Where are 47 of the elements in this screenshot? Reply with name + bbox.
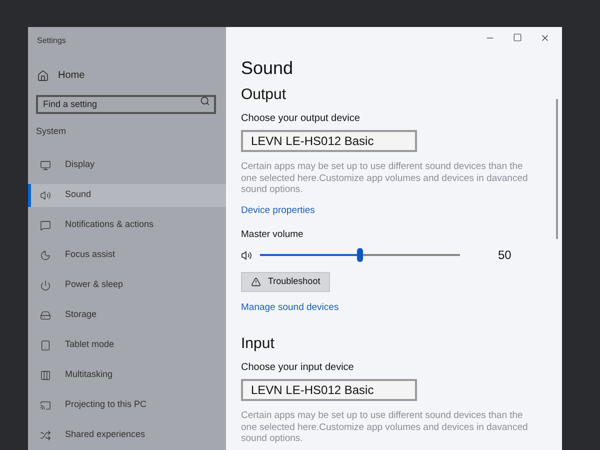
home-link[interactable]: Home bbox=[37, 68, 85, 83]
drive-icon bbox=[40, 310, 51, 320]
tablet-icon bbox=[40, 340, 51, 350]
nav-item[interactable]: Sound bbox=[28, 184, 226, 206]
nav-item[interactable]: Tablet mode bbox=[28, 334, 226, 356]
volume-slider[interactable] bbox=[260, 248, 460, 262]
troubleshoot-button[interactable]: Troubleshoot bbox=[241, 272, 330, 292]
speaker-icon bbox=[40, 190, 51, 200]
field-label: Choose your output device bbox=[241, 113, 360, 125]
warning-icon bbox=[251, 277, 261, 287]
info-text: Certain apps may be set up to use different sound devices than the one selected here.Customize app volumes and devices in davanced sound options. bbox=[241, 410, 529, 445]
scrollbar[interactable] bbox=[556, 99, 558, 239]
nav-item[interactable]: Multitasking bbox=[28, 364, 226, 386]
slider-thumb[interactable] bbox=[357, 248, 363, 262]
close-icon[interactable] bbox=[540, 33, 550, 43]
maximize-icon[interactable] bbox=[513, 33, 522, 42]
page-title: Sound bbox=[241, 57, 294, 79]
moon-icon bbox=[40, 250, 51, 260]
power-icon bbox=[40, 280, 51, 290]
nav-item[interactable]: Focus assist bbox=[28, 244, 226, 266]
search-field[interactable]: Find a setting bbox=[36, 94, 216, 114]
device-properties-link[interactable]: Device properties bbox=[241, 204, 315, 218]
speaker-icon bbox=[241, 250, 252, 260]
search-icon bbox=[200, 96, 210, 106]
shuffle-icon bbox=[40, 430, 51, 440]
field-label: Master volume bbox=[241, 228, 304, 242]
device-dropdown[interactable]: LEVN LE-HS012 Basic bbox=[241, 130, 417, 152]
nav-item[interactable]: Storage bbox=[28, 304, 226, 326]
nav-item[interactable]: Projecting to this PC bbox=[28, 394, 226, 416]
manage-devices-link[interactable]: Manage sound devices bbox=[241, 301, 339, 316]
section-heading: Input bbox=[241, 335, 274, 354]
info-text: Certain apps may be set up to use different sound devices than the one selected here.Customize app volumes and devices in davanced sound options. bbox=[241, 161, 529, 196]
device-dropdown[interactable]: LEVN LE-HS012 Basic bbox=[241, 379, 417, 402]
volume-value: 50 bbox=[498, 247, 512, 264]
section-heading: Output bbox=[241, 86, 286, 104]
nav-item[interactable]: Shared experiences bbox=[28, 424, 226, 446]
columns-icon bbox=[40, 370, 51, 380]
section-label: System bbox=[36, 125, 66, 138]
cast-icon bbox=[40, 400, 51, 410]
nav-item[interactable]: Display bbox=[28, 154, 226, 176]
home-icon bbox=[37, 70, 49, 82]
window-title: Settings bbox=[37, 35, 66, 47]
field-label: Choose your input device bbox=[241, 362, 354, 374]
nav-item[interactable]: Power & sleep bbox=[28, 274, 226, 296]
message-icon bbox=[40, 220, 51, 230]
nav-item[interactable]: Notifications & actions bbox=[28, 214, 226, 236]
monitor-icon bbox=[40, 160, 51, 170]
